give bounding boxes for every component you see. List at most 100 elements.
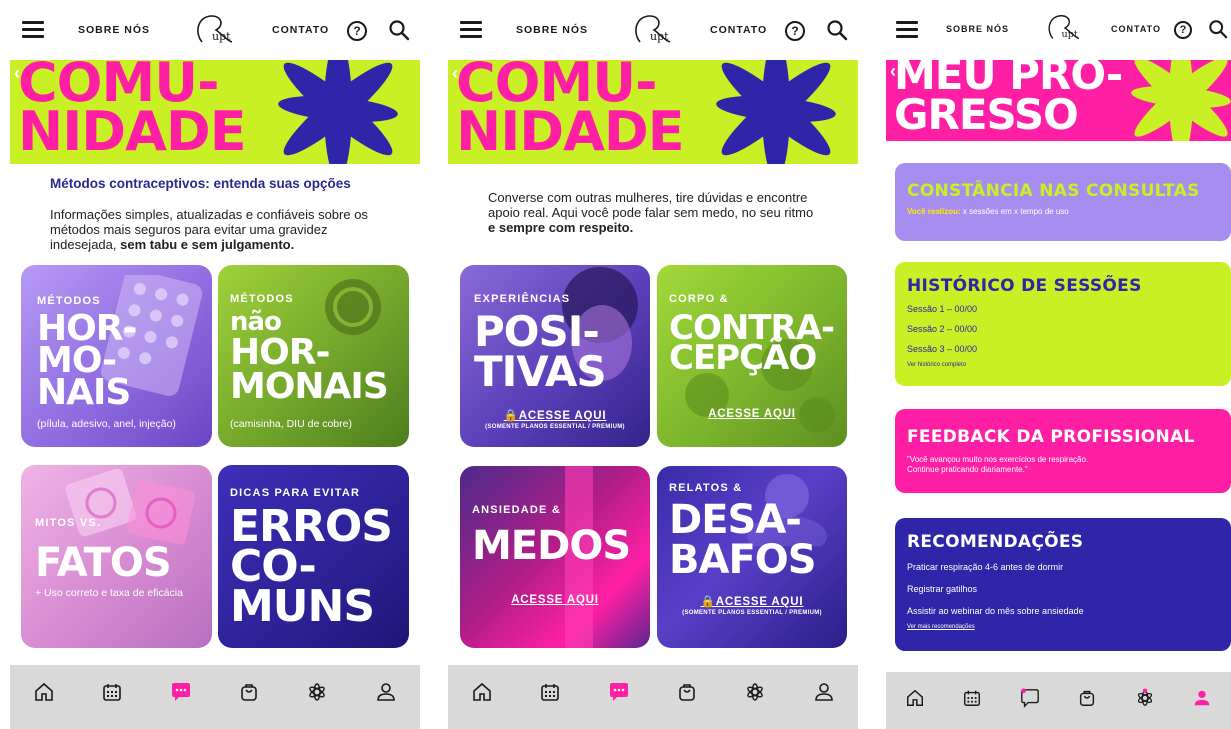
home-icon[interactable]	[33, 681, 55, 703]
card-kicker: MÉTODOS	[37, 295, 101, 307]
feedback-text-line1: "Você avançou muito nos exercícios de re…	[907, 455, 1089, 464]
constancia-card: CONSTÂNCIA NAS CONSULTAS Você realizou: …	[895, 163, 1231, 241]
nav-about-link[interactable]: SOBRE NÓS	[946, 24, 1009, 34]
card-kicker: MÉTODOS	[230, 293, 294, 305]
bag-icon[interactable]	[1077, 688, 1097, 708]
card-title-line2: BAFOS	[669, 537, 817, 583]
card-kicker: ANSIEDADE &	[472, 504, 561, 516]
feedback-card: FEEDBACK DA PROFISSIONAL "Você avançou m…	[895, 409, 1231, 493]
card-experiencias-positivas[interactable]: EXPERIÊNCIAS POSI- TIVAS 🔒ACESSE AQUI (S…	[460, 265, 650, 447]
screen-meu-progresso: SOBRE NÓS upt CONTATO ? ‹ MEU PRO- GRESS…	[886, 0, 1231, 729]
nav-about-link[interactable]: SOBRE NÓS	[516, 24, 588, 36]
nav-about-link[interactable]: SOBRE NÓS	[78, 24, 150, 36]
bag-icon[interactable]	[676, 681, 698, 703]
hero-title-line2: NIDADE	[456, 100, 685, 163]
card-ansiedade-medos[interactable]: ANSIEDADE & MEDOS ACESSE AQUI	[460, 466, 650, 648]
home-icon[interactable]	[905, 688, 925, 708]
card-kicker: EXPERIÊNCIAS	[474, 293, 571, 305]
card-mitos-fatos[interactable]: MITOS VS. FATOS + Uso correto e taxa de …	[21, 465, 212, 648]
nav-contact-link[interactable]: CONTATO	[272, 24, 329, 36]
card-title-line2: CEPÇÃO	[669, 338, 817, 378]
card-title-line1: DESA-	[669, 497, 802, 543]
historico-title: HISTÓRICO DE SESSÕES	[907, 276, 1142, 296]
search-icon[interactable]	[388, 19, 410, 41]
constancia-lead: Você realizou:	[907, 207, 961, 216]
card-title-line2: HOR-	[230, 332, 330, 373]
help-icon[interactable]: ?	[1174, 21, 1192, 39]
recommendation-item: Praticar respiração 4-6 antes de dormir	[907, 562, 1064, 572]
card-nao-hormonais[interactable]: MÉTODOS não HOR- MONAIS (camisinha, DIU …	[218, 265, 409, 447]
access-button[interactable]: 🔒ACESSE AQUI	[460, 408, 650, 422]
card-title-line3: MONAIS	[230, 366, 389, 407]
hero-banner: ‹ COMU- NIDADE	[10, 57, 420, 164]
bag-icon[interactable]	[238, 681, 260, 703]
intro-text: Converse com outras mulheres, tire dúvid…	[488, 190, 814, 220]
historico-link[interactable]: Ver histórico completo	[907, 362, 1219, 368]
flower-icon[interactable]	[306, 681, 328, 703]
rupt-logo[interactable]: upt	[630, 10, 678, 50]
hero-title-line2: GRESSO	[894, 90, 1079, 139]
card-kicker: MITOS VS.	[35, 517, 102, 529]
feedback-text-line2: Continue praticando diariamente."	[907, 465, 1028, 474]
svg-text:upt: upt	[1062, 29, 1078, 40]
session-item: Sessão 2 – 00/00	[907, 324, 978, 334]
flower-decoration	[278, 57, 398, 164]
card-title-line1: POSI-	[474, 307, 600, 356]
card-title: FATOS	[35, 540, 172, 586]
top-bar: SOBRE NÓS upt CONTATO ?	[886, 0, 1231, 60]
search-icon[interactable]	[826, 19, 848, 41]
menu-icon[interactable]	[22, 21, 44, 38]
user-icon[interactable]	[375, 681, 397, 703]
section-heading: Métodos contraceptivos: entenda suas opç…	[50, 176, 351, 191]
card-title-line3: MUNS	[230, 581, 375, 632]
recomendacoes-link[interactable]: Ver mais recomendações	[907, 624, 1219, 630]
hero-title-line1: COMU-	[18, 57, 220, 114]
home-icon[interactable]	[471, 681, 493, 703]
menu-icon[interactable]	[896, 21, 918, 38]
historico-card: HISTÓRICO DE SESSÕES Sessão 1 – 00/00 Se…	[895, 262, 1231, 386]
card-title: MEDOS	[472, 523, 631, 569]
card-title-line2: TIVAS	[474, 347, 607, 396]
access-button[interactable]: ACESSE AQUI	[657, 408, 847, 420]
top-bar: SOBRE NÓS upt CONTATO ?	[10, 0, 420, 60]
nav-contact-link[interactable]: CONTATO	[710, 24, 767, 36]
calendar-icon[interactable]	[539, 681, 561, 703]
help-icon[interactable]: ?	[785, 21, 805, 41]
menu-icon[interactable]	[460, 21, 482, 38]
card-relatos-desabafos[interactable]: RELATOS & DESA- BAFOS 🔒ACESSE AQUI (SOME…	[657, 466, 847, 648]
card-subtitle: (pílula, adesivo, anel, injeção)	[37, 418, 176, 430]
user-icon[interactable]	[1192, 688, 1212, 708]
card-erros-comuns[interactable]: DICAS PARA EVITAR ERROS CO- MUNS	[218, 465, 409, 648]
chat-icon[interactable]	[170, 681, 192, 703]
svg-text:upt: upt	[650, 30, 669, 43]
constancia-value: x sessões em x tempo de uso	[962, 207, 1069, 216]
chat-icon[interactable]	[1020, 688, 1040, 708]
rupt-logo[interactable]: upt	[192, 10, 240, 50]
card-corpo-contracepcao[interactable]: CORPO & CONTRA- CEPÇÃO ACESSE AQUI	[657, 265, 847, 447]
nav-contact-link[interactable]: CONTATO	[1111, 24, 1161, 34]
calendar-icon[interactable]	[101, 681, 123, 703]
constancia-title: CONSTÂNCIA NAS CONSULTAS	[907, 181, 1200, 201]
flower-icon[interactable]	[744, 681, 766, 703]
card-kicker: DICAS PARA EVITAR	[230, 487, 361, 499]
flower-icon[interactable]	[1135, 688, 1155, 708]
calendar-icon[interactable]	[962, 688, 982, 708]
recommendation-item: Assistir ao webinar do mês sobre ansieda…	[907, 606, 1084, 616]
access-button[interactable]: 🔒ACESSE AQUI	[657, 594, 847, 608]
intro-bold: e sempre com respeito.	[488, 220, 634, 235]
chat-icon[interactable]	[608, 681, 630, 703]
rupt-logo[interactable]: upt	[1044, 10, 1086, 46]
search-icon[interactable]	[1208, 19, 1228, 39]
help-icon[interactable]: ?	[347, 21, 367, 41]
card-subtitle: (camisinha, DIU de cobre)	[230, 418, 352, 430]
bottom-nav	[886, 672, 1231, 729]
card-subtitle: + Uso correto e taxa de eficácia	[35, 587, 183, 599]
user-icon[interactable]	[813, 681, 835, 703]
session-item: Sessão 1 – 00/00	[907, 304, 978, 314]
access-button[interactable]: ACESSE AQUI	[460, 594, 650, 606]
hero-banner: ‹ MEU PRO- GRESSO	[886, 55, 1231, 141]
recommendation-item: Registrar gatilhos	[907, 584, 978, 594]
section-intro: Converse com outras mulheres, tire dúvid…	[488, 190, 818, 235]
feedback-title: FEEDBACK DA PROFISSIONAL	[907, 427, 1195, 447]
card-hormonais[interactable]: MÉTODOS HOR- MO- NAIS (pílula, adesivo, …	[21, 265, 212, 447]
